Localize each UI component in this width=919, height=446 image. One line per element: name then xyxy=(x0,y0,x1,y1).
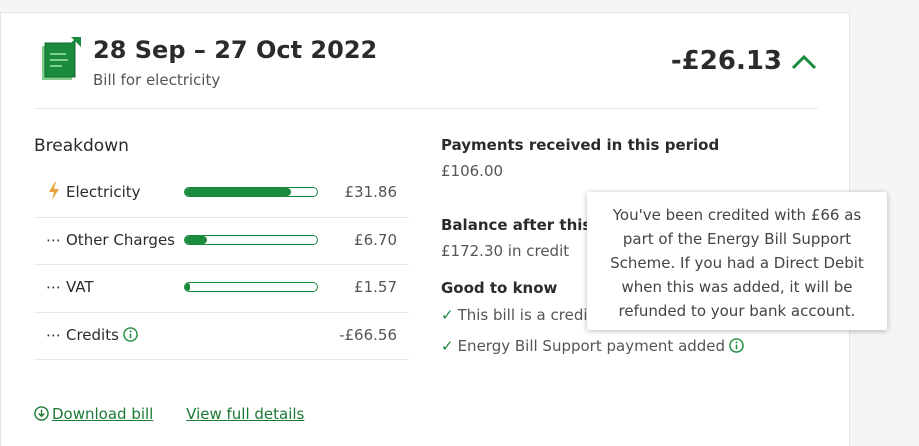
usage-bar xyxy=(184,282,318,292)
breakdown-row-electricity: Electricity £31.86 xyxy=(34,170,409,218)
payments-value: £106.00 xyxy=(441,162,504,180)
breakdown-value: £31.86 xyxy=(344,183,398,201)
lightning-icon xyxy=(49,182,59,200)
chevron-up-icon[interactable] xyxy=(790,52,818,72)
breakdown-row-vat: ⋯ VAT £1.57 xyxy=(34,265,409,313)
download-bill-link[interactable]: Download bill xyxy=(34,405,153,423)
bill-amount: -£26.13 xyxy=(670,46,782,76)
breakdown-value: -£66.56 xyxy=(339,325,397,344)
bill-document-icon xyxy=(42,36,81,80)
view-full-details-link[interactable]: View full details xyxy=(186,405,304,423)
bill-period-title: 28 Sep – 27 Oct 2022 xyxy=(93,36,378,64)
breakdown-list: Electricity £31.86 ⋯ Other Charges £6.70… xyxy=(34,170,409,360)
download-bill-label: Download bill xyxy=(52,405,154,423)
credit-info-tooltip: You've been credited with £66 as part of… xyxy=(587,192,887,330)
credits-label: Credits xyxy=(66,325,119,344)
header-divider xyxy=(34,108,818,109)
payments-heading: Payments received in this period xyxy=(441,136,720,154)
bill-actions: Download bill View full details xyxy=(34,405,304,423)
usage-bar-fill xyxy=(185,235,208,244)
check-icon: ✓ xyxy=(441,306,454,324)
info-icon[interactable] xyxy=(729,338,744,353)
breakdown-label: VAT xyxy=(66,278,94,296)
usage-bar-fill xyxy=(185,283,191,291)
good-to-know-text: Energy Bill Support payment added xyxy=(457,337,726,355)
breakdown-row-credits: ⋯ Credits -£66.56 xyxy=(34,313,409,360)
breakdown-label: Credits xyxy=(66,326,138,344)
balance-value: £172.30 in credit xyxy=(441,242,570,260)
breakdown-label: Other Charges xyxy=(66,230,175,249)
ellipsis-icon: ⋯ xyxy=(46,278,61,296)
payments-block: Payments received in this period £106.00 xyxy=(441,136,719,180)
breakdown-row-other-charges: ⋯ Other Charges £6.70 xyxy=(34,218,409,265)
bill-description: Bill for electricity xyxy=(93,71,221,89)
download-icon xyxy=(34,406,49,421)
breakdown-value: £6.70 xyxy=(354,230,397,249)
info-icon[interactable] xyxy=(123,326,138,342)
check-icon: ✓ xyxy=(441,337,454,355)
usage-bar-fill xyxy=(185,188,291,196)
ellipsis-icon: ⋯ xyxy=(46,325,61,344)
breakdown-value: £1.57 xyxy=(354,278,397,296)
breakdown-label: Electricity xyxy=(66,183,141,201)
bill-header: 28 Sep – 27 Oct 2022 Bill for electricit… xyxy=(34,34,818,109)
good-to-know-item: ✓ Energy Bill Support payment added xyxy=(441,337,744,355)
ellipsis-icon: ⋯ xyxy=(46,230,61,249)
balance-heading: Balance after this b xyxy=(441,216,608,234)
breakdown-title: Breakdown xyxy=(34,136,129,156)
good-to-know-text: This bill is a credi xyxy=(457,306,588,324)
balance-block: Balance after this b £172.30 in credit xyxy=(441,216,607,260)
usage-bar xyxy=(184,234,318,245)
usage-bar xyxy=(184,187,318,197)
